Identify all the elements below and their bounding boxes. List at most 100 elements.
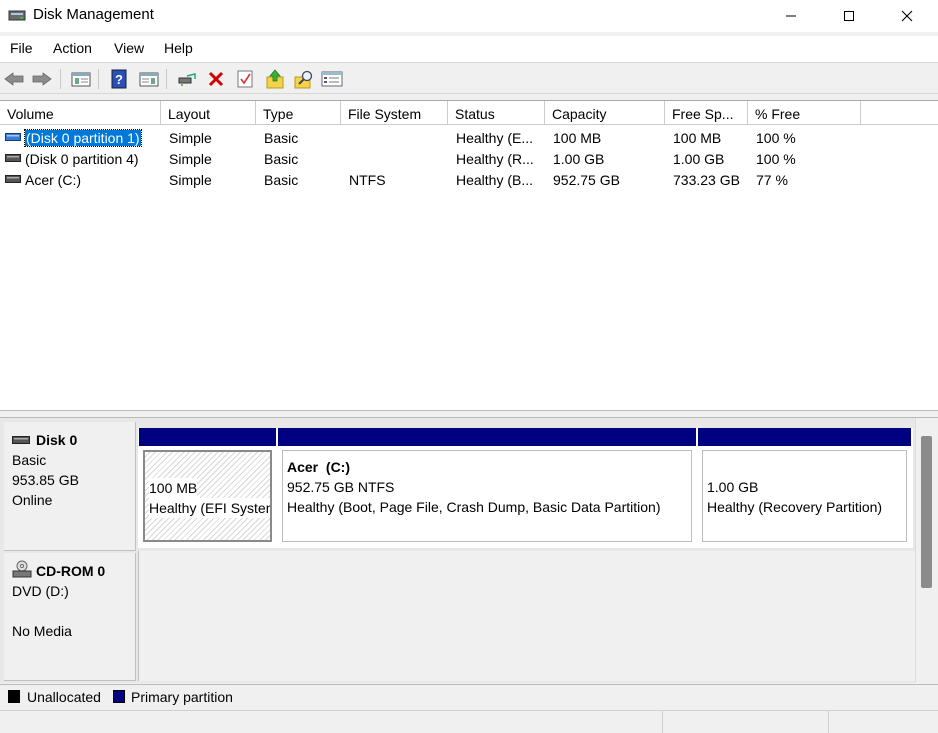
list-view-icon <box>321 71 343 87</box>
drive-icon <box>5 154 21 162</box>
free-space-cell: 100 MB <box>673 130 722 146</box>
back-arrow-icon <box>4 72 24 86</box>
cdrom-state: No Media <box>12 623 72 639</box>
minimize-icon <box>786 15 796 17</box>
free-space-cell: 1.00 GB <box>673 151 725 167</box>
file-system-cell: NTFS <box>349 172 386 188</box>
partition-status: Healthy (Boot, Page File, Crash Dump, Ba… <box>287 499 661 515</box>
column-header-percent-free[interactable]: % Free <box>748 101 861 125</box>
window-title: Disk Management <box>33 6 154 23</box>
percent-free-cell: 77 % <box>756 172 788 188</box>
console-tree-icon <box>71 72 91 87</box>
upload-folder-icon <box>266 69 284 89</box>
partition-efi[interactable]: 100 MB Healthy (EFI System Partition) <box>139 428 276 548</box>
pane-splitter[interactable] <box>0 410 938 418</box>
disk-0-partitions: 100 MB Healthy (EFI System Partition) Ac… <box>138 428 913 548</box>
find-button[interactable] <box>293 68 315 90</box>
volume-row[interactable]: Acer (C:) Simple Basic NTFS Healthy (B..… <box>0 170 938 191</box>
primary-partition-bar <box>698 428 911 446</box>
toolbar-separator <box>60 69 61 89</box>
menu-help[interactable]: Help <box>164 40 193 56</box>
volume-cell: Acer (C:) <box>5 172 81 188</box>
volume-cell: (Disk 0 partition 4) <box>5 151 139 167</box>
primary-partition-bar <box>139 428 276 446</box>
connect-drive-icon <box>178 73 196 86</box>
legend: Unallocated Primary partition <box>0 684 938 709</box>
capacity-cell: 100 MB <box>553 130 602 146</box>
status-cell: Healthy (E... <box>456 130 534 146</box>
status-cell: Healthy (B... <box>456 172 534 188</box>
disk-icon <box>12 436 30 444</box>
type-cell: Basic <box>264 130 299 146</box>
column-header-capacity[interactable]: Capacity <box>545 101 665 125</box>
drive-icon <box>5 175 21 183</box>
volume-row[interactable]: (Disk 0 partition 1) Simple Basic Health… <box>0 128 938 149</box>
export-button[interactable] <box>264 68 286 90</box>
disk-size: 953.85 GB <box>12 472 79 488</box>
percent-free-cell: 100 % <box>756 151 796 167</box>
disk-0-label[interactable]: Disk 0 Basic 953.85 GB Online <box>4 422 136 551</box>
legend-unallocated: Unallocated <box>27 689 101 705</box>
cdrom-icon <box>12 560 32 578</box>
primary-partition-swatch <box>113 690 125 703</box>
status-cell: Healthy (R... <box>456 151 534 167</box>
minimize-button[interactable] <box>762 0 820 32</box>
list-view-button[interactable] <box>321 68 343 90</box>
disk-map-scrollbar[interactable] <box>915 418 938 683</box>
properties-button[interactable] <box>234 68 256 90</box>
disk-name: Disk 0 <box>36 432 78 448</box>
back-button[interactable] <box>3 68 25 90</box>
partition-size: 100 MB <box>149 478 198 498</box>
help-button[interactable]: ? <box>108 68 130 90</box>
menu-action[interactable]: Action <box>53 40 92 56</box>
volume-list: Volume Layout Type File System Status Ca… <box>0 100 938 410</box>
partition-status: Healthy (Recovery Partition) <box>707 499 883 515</box>
menu-view[interactable]: View <box>114 40 144 56</box>
volume-cell: (Disk 0 partition 1) <box>5 129 142 147</box>
partition-body: Acer (C:) 952.75 GB NTFS Healthy (Boot, … <box>282 450 692 542</box>
column-header-file-system[interactable]: File System <box>341 101 448 125</box>
layout-cell: Simple <box>169 172 212 188</box>
search-folder-icon <box>294 70 313 89</box>
status-bar <box>0 710 938 733</box>
disk-type: Basic <box>12 452 47 468</box>
toolbar: ? <box>0 62 938 94</box>
close-button[interactable] <box>878 0 936 32</box>
status-separator <box>662 711 663 733</box>
volume-name: (Disk 0 partition 4) <box>25 151 139 167</box>
show-hide-action-pane-button[interactable] <box>138 68 160 90</box>
drive-icon <box>5 133 21 141</box>
cdrom-type: DVD (D:) <box>12 583 69 599</box>
partition-status: Healthy (EFI System Partition) <box>149 498 270 518</box>
title-bar: Disk Management <box>0 0 938 32</box>
scrollbar-thumb[interactable] <box>921 436 932 588</box>
menu-bar: File Action View Help <box>0 36 938 62</box>
cdrom-0-label[interactable]: CD-ROM 0 DVD (D:) No Media <box>4 553 136 681</box>
column-header-free-space[interactable]: Free Sp... <box>665 101 748 125</box>
column-header-type[interactable]: Type <box>256 101 341 125</box>
toolbar-separator <box>98 69 99 89</box>
forward-button[interactable] <box>31 68 53 90</box>
maximize-button[interactable] <box>820 0 878 32</box>
menu-file[interactable]: File <box>10 40 33 56</box>
delete-button[interactable] <box>205 68 227 90</box>
partition-recovery[interactable]: 1.00 GB Healthy (Recovery Partition) <box>698 428 911 548</box>
layout-cell: Simple <box>169 130 212 146</box>
layout-cell: Simple <box>169 151 212 167</box>
disk-management-icon <box>8 10 26 21</box>
connect-drive-button[interactable] <box>176 68 198 90</box>
volume-row[interactable]: (Disk 0 partition 4) Simple Basic Health… <box>0 149 938 170</box>
volume-name: (Disk 0 partition 1) <box>24 129 142 147</box>
help-icon: ? <box>111 69 127 89</box>
column-header-layout[interactable]: Layout <box>161 101 256 125</box>
forward-arrow-icon <box>32 72 52 86</box>
show-hide-console-tree-button[interactable] <box>70 68 92 90</box>
column-header-volume[interactable]: Volume <box>0 101 161 125</box>
disk-map-pane: Disk 0 Basic 953.85 GB Online 100 MB Hea… <box>0 418 938 683</box>
capacity-cell: 952.75 GB <box>553 172 620 188</box>
column-header-status[interactable]: Status <box>448 101 545 125</box>
capacity-cell: 1.00 GB <box>553 151 605 167</box>
partition-acer-c[interactable]: Acer (C:) 952.75 GB NTFS Healthy (Boot, … <box>278 428 696 548</box>
type-cell: Basic <box>264 151 299 167</box>
status-separator <box>828 711 829 733</box>
